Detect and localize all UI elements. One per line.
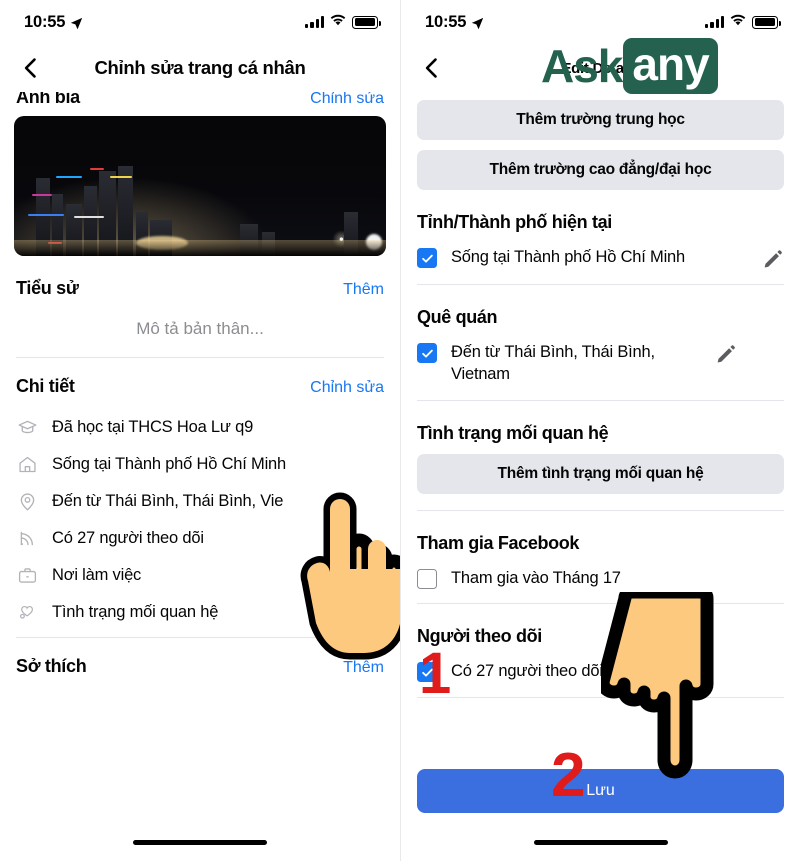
- details-edit-link[interactable]: Chỉnh sửa: [310, 379, 384, 397]
- bio-add-link[interactable]: Thêm: [343, 281, 384, 299]
- current-city-title: Tỉnh/Thành phố hiện tại: [417, 212, 612, 232]
- cover-photo-header: Ảnh bìa Chỉnh sửa: [0, 92, 400, 108]
- list-item-label: Nơi làm việc: [52, 566, 142, 584]
- current-city-row[interactable]: Sống tại Thành phố Hồ Chí Minh: [401, 243, 800, 284]
- night-skyline-graphic: [14, 116, 386, 256]
- left-status-bar: 10:55: [0, 0, 400, 44]
- rss-followers-icon: [16, 528, 38, 550]
- bio-header: Tiểu sử Thêm: [0, 256, 400, 299]
- status-indicators: [305, 13, 381, 31]
- status-indicators: [705, 13, 781, 31]
- status-time: 10:55: [24, 12, 66, 31]
- home-indicator: [533, 839, 668, 845]
- current-city-label: Sống tại Thành phố Hồ Chí Minh: [451, 248, 686, 266]
- relationship-title: Tình trạng mối quan hệ: [417, 422, 609, 443]
- details-header: Chi tiết Chỉnh sửa: [0, 358, 400, 397]
- list-item-label: Có 27 người theo dõi: [52, 529, 204, 547]
- hometown-label: Đến từ Thái Bình, Thái Bình, Vietnam: [451, 343, 655, 383]
- left-phone-screen: 10:55 Chỉnh sửa trang cá nhân Ảnh bìa Ch…: [0, 0, 400, 861]
- pencil-icon[interactable]: [715, 343, 737, 365]
- askany-logo: Ask any: [541, 38, 718, 94]
- graduation-cap-icon: [16, 417, 38, 439]
- cover-photo-label: Ảnh bìa: [16, 92, 80, 107]
- dual-screenshot-container: 10:55 Chỉnh sửa trang cá nhân Ảnh bìa Ch…: [0, 0, 800, 861]
- joined-facebook-checkbox[interactable]: [417, 568, 437, 589]
- logo-any-badge: any: [623, 38, 718, 94]
- battery-full-icon: [752, 15, 781, 29]
- page-title: Chỉnh sửa trang cá nhân: [94, 57, 306, 78]
- list-item-label: Sống tại Thành phố Hồ Chí Minh: [52, 455, 287, 473]
- status-time-group: 10:55: [24, 13, 83, 32]
- add-relationship-button[interactable]: Thêm tình trạng mối quan hệ: [417, 453, 784, 494]
- wifi-icon: [330, 13, 346, 31]
- hobbies-label: Sở thích: [16, 656, 87, 676]
- hometown-title: Quê quán: [417, 307, 498, 327]
- current-city-checkbox[interactable]: [417, 248, 437, 268]
- cover-photo-edit-link[interactable]: Chỉnh sửa: [310, 92, 384, 108]
- hometown-checkbox[interactable]: [417, 343, 437, 363]
- cover-photo-image[interactable]: [14, 116, 386, 256]
- signal-bars-icon: [305, 16, 324, 28]
- wifi-icon: [730, 13, 746, 31]
- list-item-label: Đến từ Thái Bình, Thái Bình, Vie: [52, 492, 284, 510]
- step-marker-1: 1: [419, 641, 452, 706]
- location-arrow-icon: [471, 16, 484, 29]
- signal-bars-icon: [705, 16, 724, 28]
- status-time-group: 10:55: [425, 13, 484, 32]
- add-high-school-button[interactable]: Thêm trường trung học: [417, 100, 784, 140]
- left-nav-bar: Chỉnh sửa trang cá nhân: [0, 44, 400, 92]
- add-college-button[interactable]: Thêm trường cao đẳng/đại học: [417, 150, 784, 190]
- home-indicator: [133, 839, 267, 845]
- bio-label: Tiểu sử: [16, 278, 79, 298]
- list-item[interactable]: Sống tại Thành phố Hồ Chí Minh: [0, 446, 400, 483]
- hometown-row[interactable]: Đến từ Thái Bình, Thái Bình, Vietnam: [401, 338, 800, 400]
- battery-full-icon: [352, 15, 381, 29]
- logo-ask-text: Ask: [541, 40, 623, 92]
- home-icon: [16, 454, 38, 476]
- list-item[interactable]: Đã học tại THCS Hoa Lư q9: [0, 409, 400, 446]
- right-phone-screen: 10:55 Edit Details Thêm trường trung học…: [400, 0, 800, 861]
- step-marker-2: 2: [551, 741, 586, 810]
- joined-facebook-title: Tham gia Facebook: [417, 532, 580, 553]
- pencil-icon[interactable]: [762, 248, 784, 270]
- list-item-label: Đã học tại THCS Hoa Lư q9: [52, 418, 254, 436]
- location-arrow-icon: [70, 16, 83, 29]
- pointing-hand-down-icon: [596, 585, 731, 792]
- logo-any-text: any: [632, 38, 709, 90]
- status-time: 10:55: [425, 12, 467, 31]
- bio-placeholder[interactable]: Mô tả bản thân...: [0, 299, 400, 357]
- heart-relationship-icon: [16, 602, 38, 624]
- pointing-hand-up-icon: [300, 483, 400, 678]
- briefcase-icon: [16, 565, 38, 587]
- location-pin-icon: [16, 491, 38, 513]
- details-label: Chi tiết: [16, 376, 75, 396]
- joined-facebook-label: Tham gia vào Tháng 17: [451, 568, 621, 587]
- list-item-label: Tình trạng mối quan hệ: [52, 603, 219, 621]
